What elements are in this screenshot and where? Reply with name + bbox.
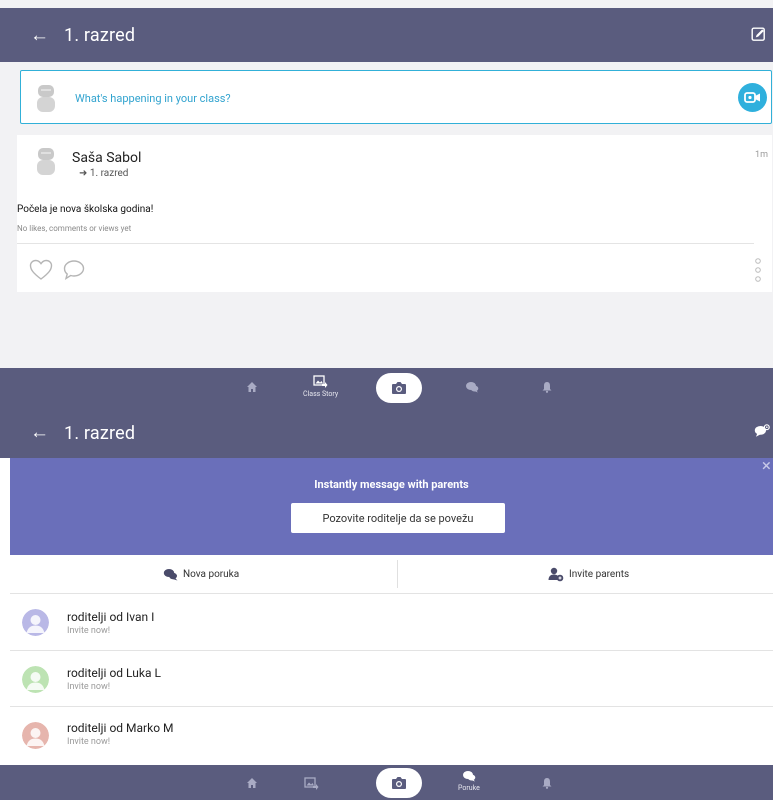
page-title: 1. razred [64,423,136,444]
post-divider [17,243,754,244]
post-timestamp: 1m [755,150,768,160]
nav-class-story-label: Class Story [303,390,339,398]
parent-name: roditelji od Ivan I [67,610,155,624]
invite-parents-connect-button[interactable]: Pozovite roditelje da se povežu [291,503,505,533]
row-divider [10,650,773,651]
invite-status: Invite now! [67,626,111,636]
camera-button[interactable] [376,768,422,798]
person-silhouette-icon [22,722,49,749]
action-divider [397,560,398,588]
class-story-icon [313,375,328,388]
nav-notifications[interactable] [542,381,552,393]
edit-icon[interactable] [751,27,767,43]
chat-bubbles-icon [163,569,178,581]
home-icon [247,778,257,788]
author-avatar [37,148,55,175]
more-options-icon[interactable] [754,257,762,283]
bottom-navigation: Poruke [0,765,773,800]
invite-status: Invite now! [67,682,111,692]
post-target-class: ➜ 1. razred [79,168,129,179]
chat-bubbles-icon [462,771,476,782]
nav-notifications[interactable] [542,777,552,789]
row-divider [10,706,773,707]
page-title: 1. razred [64,25,136,46]
close-banner-icon[interactable]: × [762,456,771,476]
app-bar: ← 1. razred [0,408,773,458]
back-arrow-icon[interactable]: ← [30,25,49,44]
story-post-card: Saša Sabol ➜ 1. razred 1m Počela je nova… [17,135,772,292]
app-bar: ← 1. razred [0,8,773,62]
chat-settings-icon[interactable] [753,424,771,440]
nav-messages-label: Poruke [458,784,480,792]
parent-avatar [22,609,49,636]
parent-avatar [22,666,49,693]
post-text: Počela je nova školska godina! [17,204,154,215]
person-silhouette-icon [22,609,49,636]
class-story-icon [304,777,319,790]
camera-button[interactable] [376,373,422,403]
home-icon [247,382,257,392]
nav-class-story[interactable] [304,777,319,790]
camera-icon [392,777,406,789]
camera-icon [392,382,406,394]
video-camera-button[interactable] [738,83,767,112]
parent-list-item[interactable]: roditelji od Marko M Invite now! [0,708,773,764]
invite-status: Invite now! [67,737,111,747]
parent-name: roditelji od Luka L [67,666,161,680]
nav-class-story[interactable]: Class Story [303,375,338,398]
parent-list-item[interactable]: roditelji od Ivan I Invite now! [0,596,773,652]
post-engagement-summary: No likes, comments or views yet [17,224,132,233]
like-heart-icon[interactable] [29,259,53,281]
person-silhouette-icon [22,666,49,693]
post-composer[interactable]: What's happening in your class? [20,70,772,124]
back-arrow-icon[interactable]: ← [30,422,49,441]
comment-bubble-icon[interactable] [63,259,85,281]
banner-title: Instantly message with parents [314,478,469,491]
bell-icon [542,382,552,393]
nav-messages[interactable] [465,381,479,393]
messages-screen: ← 1. razred Instantly message with paren… [0,408,773,800]
parent-avatar [22,722,49,749]
new-message-label: Nova poruka [183,569,240,580]
class-story-screen: ← 1. razred What's happening in your cla… [0,0,773,408]
bell-icon [542,778,552,789]
invite-parents-button[interactable]: Invite parents [548,556,629,593]
parent-list-item[interactable]: roditelji od Luka L Invite now! [0,652,773,708]
bottom-navigation: Class Story [0,368,773,408]
add-person-icon [548,567,564,582]
nav-messages[interactable]: Poruke [458,770,480,792]
nav-home[interactable] [246,777,258,789]
video-camera-icon [744,92,760,103]
post-author[interactable]: Saša Sabol [72,150,141,166]
invite-parents-label: Invite parents [569,569,630,580]
chat-bubbles-icon [466,382,479,393]
invite-banner: Instantly message with parents Pozovite … [10,456,773,555]
composer-placeholder[interactable]: What's happening in your class? [75,92,231,105]
parent-name: roditelji od Marko M [67,721,174,735]
teacher-avatar [37,85,55,112]
nav-home[interactable] [246,381,258,393]
message-actions: Nova poruka Invite parents [10,556,773,594]
new-message-button[interactable]: Nova poruka [163,556,239,593]
